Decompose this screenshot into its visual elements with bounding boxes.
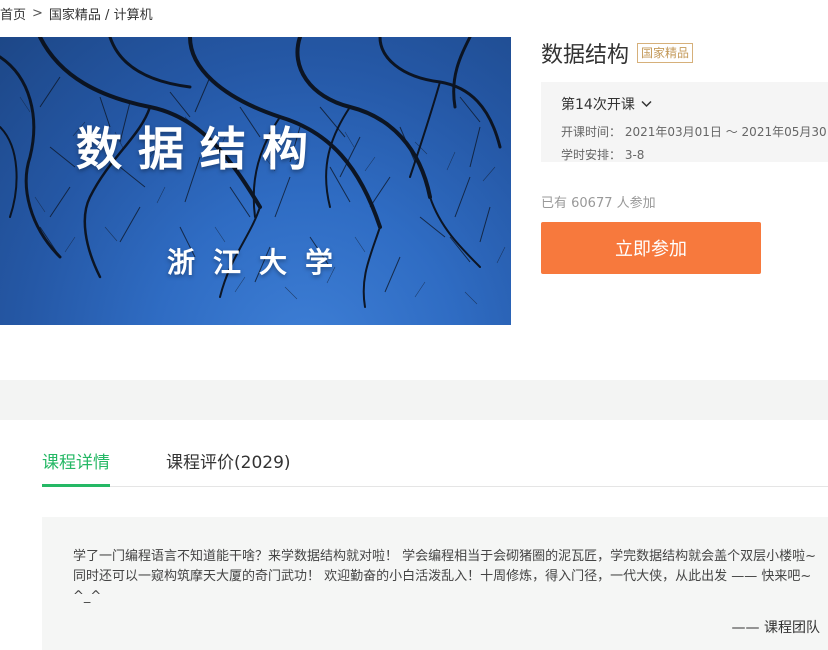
hours-value: 3-8 xyxy=(624,148,645,162)
course-cover-image: 数据结构 浙江大学 xyxy=(0,37,511,325)
breadcrumb-category-link[interactable]: 国家精品 / 计算机 xyxy=(49,4,153,23)
schedule-label: 开课时间： xyxy=(561,125,622,139)
course-team-signature: —— 课程团队 xyxy=(731,620,820,636)
breadcrumb: 首页 > 国家精品 / 计算机 xyxy=(0,4,153,23)
term-selector[interactable]: 第14次开课 xyxy=(561,94,828,114)
tab-course-reviews[interactable]: 课程评价(2029) xyxy=(166,448,291,484)
course-title-row: 数据结构 国家精品 xyxy=(541,37,828,69)
breadcrumb-separator: > xyxy=(32,6,43,21)
tree-branches-graphic xyxy=(0,37,506,308)
course-info-panel: 数据结构 国家精品 第14次开课 开课时间： 2021年03月01日 ～ 202… xyxy=(541,37,828,274)
join-button[interactable]: 立即参加 xyxy=(541,222,761,274)
term-info-box: 第14次开课 开课时间： 2021年03月01日 ～ 2021年05月30日 学… xyxy=(541,82,828,162)
course-title: 数据结构 xyxy=(541,43,630,68)
hours-row: 学时安排： 3-8 xyxy=(561,146,828,163)
national-quality-badge: 国家精品 xyxy=(637,43,694,63)
section-divider-band xyxy=(0,380,828,420)
course-description-text: 学了一门编程语言不知道能干啥？来学数据结构就对啦！ 学会编程相当于会砌猪圈的泥瓦… xyxy=(73,549,817,604)
course-tabs: 课程详情 课程评价(2029) xyxy=(42,448,828,487)
schedule-value: 2021年03月01日 ～ 2021年05月30日 xyxy=(624,125,828,139)
schedule-row: 开课时间： 2021年03月01日 ～ 2021年05月30日 xyxy=(561,123,828,140)
hours-label: 学时安排： xyxy=(561,148,622,162)
tab-course-details[interactable]: 课程详情 xyxy=(42,448,110,487)
participants-count: 已有 60677 人参加 xyxy=(541,196,656,211)
term-selector-label: 第14次开课 xyxy=(561,97,635,113)
chevron-down-icon xyxy=(641,100,652,108)
course-description-box: 学了一门编程语言不知道能干啥？来学数据结构就对啦！ 学会编程相当于会砌猪圈的泥瓦… xyxy=(42,517,828,650)
cover-university-text: 浙江大学 xyxy=(166,246,351,279)
cover-title-text: 数据结构 xyxy=(76,122,324,176)
breadcrumb-home-link[interactable]: 首页 xyxy=(0,4,26,23)
